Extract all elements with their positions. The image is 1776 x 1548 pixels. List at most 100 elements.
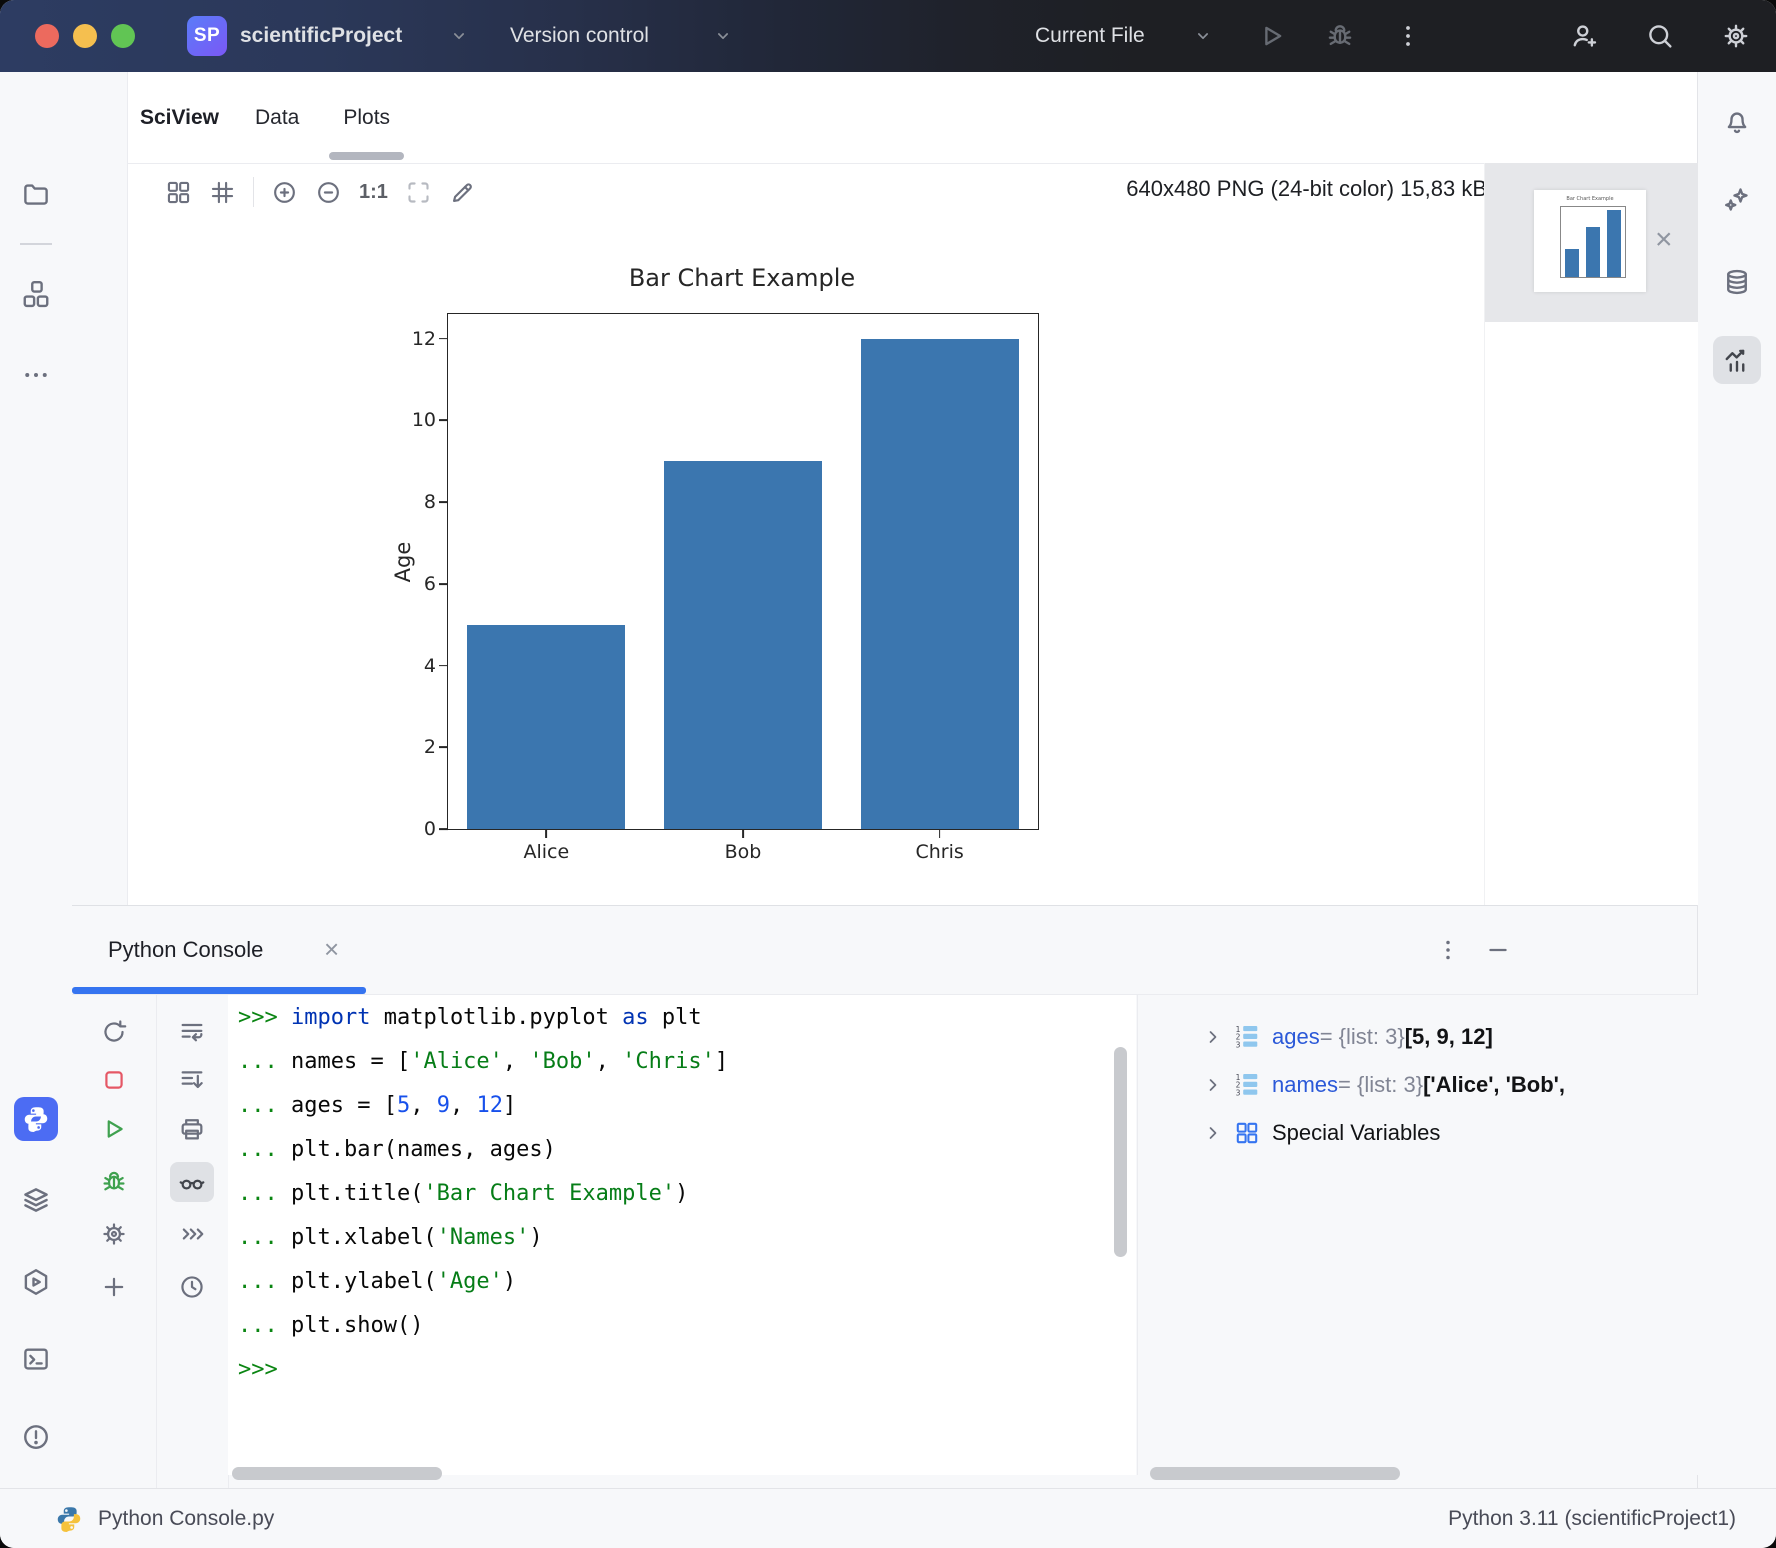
- variables-horizontal-scrollbar[interactable]: [1150, 1467, 1400, 1480]
- selected-tab-underline: [329, 152, 404, 160]
- y-tick-label: 2: [424, 736, 436, 758]
- svg-text:3: 3: [1236, 1040, 1241, 1049]
- terminal-tool-icon[interactable]: [21, 1344, 51, 1374]
- code-with-me-icon[interactable]: [1569, 21, 1599, 51]
- variables-panel: 123ages = {list: 3} [5, 9, 12]123names =…: [1137, 995, 1698, 1475]
- python-icon: [14, 1104, 58, 1134]
- window-minimize-button[interactable]: [73, 24, 97, 48]
- plot-thumbnail[interactable]: Bar Chart Example: [1534, 190, 1646, 292]
- structure-tool-icon[interactable]: [21, 279, 51, 309]
- actual-size-button[interactable]: 1:1: [359, 181, 388, 204]
- toolbar-divider: [253, 177, 254, 207]
- ai-assistant-icon[interactable]: [1722, 185, 1752, 215]
- x-tick: [939, 829, 941, 838]
- console-settings-icon[interactable]: [100, 1220, 128, 1248]
- y-tick: [439, 583, 448, 585]
- console-horizontal-scrollbar[interactable]: [232, 1467, 442, 1480]
- grid-icon[interactable]: [209, 179, 236, 206]
- sciview-tool-button[interactable]: [1713, 336, 1761, 384]
- console-code-line: ... ages = [5, 9, 12]: [228, 1083, 1136, 1127]
- zoom-in-icon[interactable]: [271, 179, 298, 206]
- x-tick-label: Bob: [725, 841, 762, 863]
- y-tick: [439, 419, 448, 421]
- interpreter-widget[interactable]: Python 3.11 (scientificProject1): [1448, 1489, 1736, 1548]
- expand-chevron-icon[interactable]: [1202, 1122, 1224, 1144]
- edit-plot-icon[interactable]: [449, 179, 476, 206]
- new-console-icon[interactable]: [100, 1273, 128, 1301]
- chevron-down-icon: [1192, 25, 1214, 47]
- execute-selection-icon[interactable]: [178, 1220, 206, 1248]
- tile-view-icon[interactable]: [165, 179, 192, 206]
- special-variables-icon: [1234, 1120, 1260, 1146]
- plots-gallery: Bar Chart Example ×: [1484, 163, 1698, 905]
- zoom-out-icon[interactable]: [315, 179, 342, 206]
- chart-title: Bar Chart Example: [447, 264, 1037, 292]
- bar-alice: [467, 625, 625, 829]
- y-tick: [439, 665, 448, 667]
- plot-thumbnail-row-selected[interactable]: Bar Chart Example ×: [1485, 163, 1698, 322]
- expand-chevron-icon[interactable]: [1202, 1026, 1224, 1048]
- console-editor[interactable]: >>> import matplotlib.pyplot as plt... n…: [228, 995, 1136, 1475]
- variable-row[interactable]: Special Variables: [1138, 1109, 1698, 1157]
- scroll-to-end-icon[interactable]: [178, 1066, 206, 1094]
- pycharm-window: SP scientificProject Version control Cur…: [0, 0, 1776, 1548]
- console-header: Python Console ×: [72, 906, 1697, 995]
- run-configuration-selector[interactable]: Current File: [1035, 0, 1145, 72]
- console-tab[interactable]: Python Console: [108, 906, 263, 994]
- rerun-console-icon[interactable]: [100, 1018, 128, 1046]
- project-tool-icon[interactable]: [21, 179, 51, 209]
- run-command-icon[interactable]: [100, 1115, 128, 1143]
- debug-icon[interactable]: [1325, 21, 1355, 51]
- thumbnail-bar: [1586, 227, 1600, 277]
- close-plot-icon[interactable]: ×: [1655, 225, 1673, 255]
- bar-chris: [861, 339, 1019, 829]
- y-tick: [439, 338, 448, 340]
- database-tool-icon[interactable]: [1722, 267, 1752, 297]
- more-actions-icon[interactable]: [1393, 21, 1423, 51]
- search-everywhere-icon[interactable]: [1645, 21, 1675, 51]
- tab-plots[interactable]: Plots: [335, 72, 398, 163]
- y-tick: [439, 828, 448, 830]
- title-bar: SP scientificProject Version control Cur…: [0, 0, 1776, 72]
- more-tools-icon[interactable]: [21, 360, 51, 390]
- console-vertical-scrollbar[interactable]: [1114, 1047, 1127, 1257]
- list-variable-icon: 123: [1234, 1072, 1260, 1098]
- x-tick-label: Chris: [916, 841, 964, 863]
- soft-wrap-icon[interactable]: [178, 1018, 206, 1046]
- settings-icon[interactable]: [1721, 21, 1751, 51]
- svg-text:3: 3: [1236, 1088, 1241, 1097]
- console-code-line: ... plt.title('Bar Chart Example'): [228, 1171, 1136, 1215]
- console-options-icon[interactable]: [1434, 936, 1462, 964]
- close-console-tab-icon[interactable]: ×: [324, 934, 339, 964]
- python-packages-tool-icon[interactable]: [21, 1185, 51, 1215]
- x-tick: [742, 829, 744, 838]
- console-code-line: ... names = ['Alice', 'Bob', 'Chris']: [228, 1039, 1136, 1083]
- expand-chevron-icon[interactable]: [1202, 1074, 1224, 1096]
- services-tool-icon[interactable]: [21, 1267, 51, 1297]
- variable-row[interactable]: 123names = {list: 3} ['Alice', 'Bob',: [1138, 1061, 1698, 1109]
- notifications-icon[interactable]: [1722, 107, 1752, 137]
- run-icon[interactable]: [1257, 21, 1287, 51]
- tab-data[interactable]: Data: [247, 72, 307, 163]
- y-tick: [439, 746, 448, 748]
- print-icon[interactable]: [178, 1115, 206, 1143]
- variable-row[interactable]: 123ages = {list: 3} [5, 9, 12]: [1138, 1013, 1698, 1061]
- vcs-menu[interactable]: Version control: [510, 0, 649, 72]
- python-console-tool-button[interactable]: [14, 1097, 58, 1141]
- y-tick-label: 0: [424, 818, 436, 840]
- history-icon[interactable]: [178, 1273, 206, 1301]
- project-menu[interactable]: scientificProject: [240, 0, 402, 72]
- stop-icon[interactable]: [100, 1066, 128, 1094]
- thumbnail-title: Bar Chart Example: [1534, 196, 1646, 202]
- problems-tool-icon[interactable]: [21, 1422, 51, 1452]
- attach-debugger-icon[interactable]: [100, 1168, 128, 1196]
- bar-bob: [664, 461, 822, 829]
- sciview-tab-bar: SciView Data Plots: [127, 72, 1697, 164]
- y-tick-label: 8: [424, 491, 436, 513]
- window-close-button[interactable]: [35, 24, 59, 48]
- right-tool-stripe: [1697, 72, 1776, 1488]
- hide-console-icon[interactable]: [1484, 936, 1512, 964]
- fit-frame-icon[interactable]: [405, 179, 432, 206]
- show-variables-button-selected[interactable]: [170, 1162, 214, 1202]
- window-zoom-button[interactable]: [111, 24, 135, 48]
